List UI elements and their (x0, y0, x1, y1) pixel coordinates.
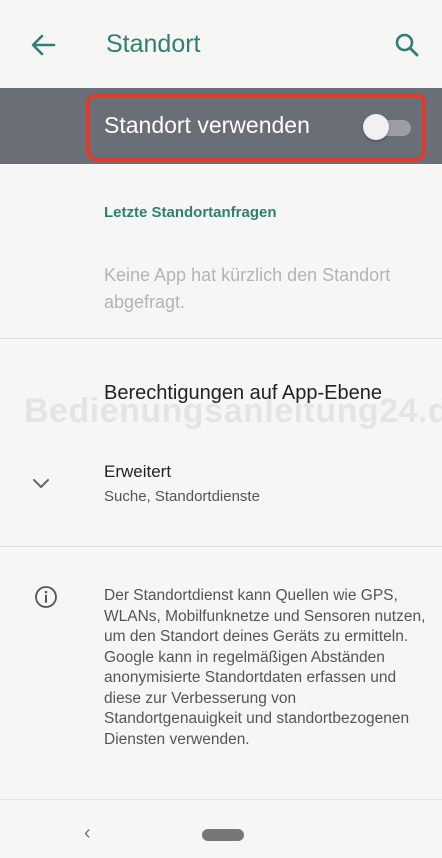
master-switch-label: Standort verwenden (104, 112, 310, 138)
divider (0, 338, 442, 339)
divider (0, 546, 442, 547)
app-level-permissions-item[interactable]: Berechtigungen auf App-Ebene (104, 382, 382, 405)
advanced-item-subtitle: Suche, Standortdienste (104, 488, 260, 505)
arrow-left-icon[interactable] (28, 30, 58, 60)
recent-requests-empty-text: Keine App hat kürzlich den Standort abge… (104, 265, 391, 312)
app-bar: Standort (0, 0, 442, 88)
location-master-switch-row[interactable]: Standort verwenden (0, 88, 442, 164)
chevron-down-icon[interactable] (30, 472, 52, 494)
toggle-thumb (363, 114, 389, 140)
page-title: Standort (106, 30, 201, 58)
advanced-item-title[interactable]: Erweitert (104, 462, 171, 482)
location-info-text: Der Standortdienst kann Quellen wie GPS,… (104, 587, 426, 748)
info-icon (34, 585, 58, 609)
search-icon[interactable] (394, 32, 424, 62)
home-pill-icon[interactable] (202, 829, 244, 841)
location-toggle[interactable] (363, 114, 411, 140)
recent-requests-header: Letzte Standortanfragen (104, 204, 277, 221)
system-nav-bar: ‹ (0, 799, 442, 858)
nav-back-button[interactable]: ‹ (84, 822, 91, 845)
